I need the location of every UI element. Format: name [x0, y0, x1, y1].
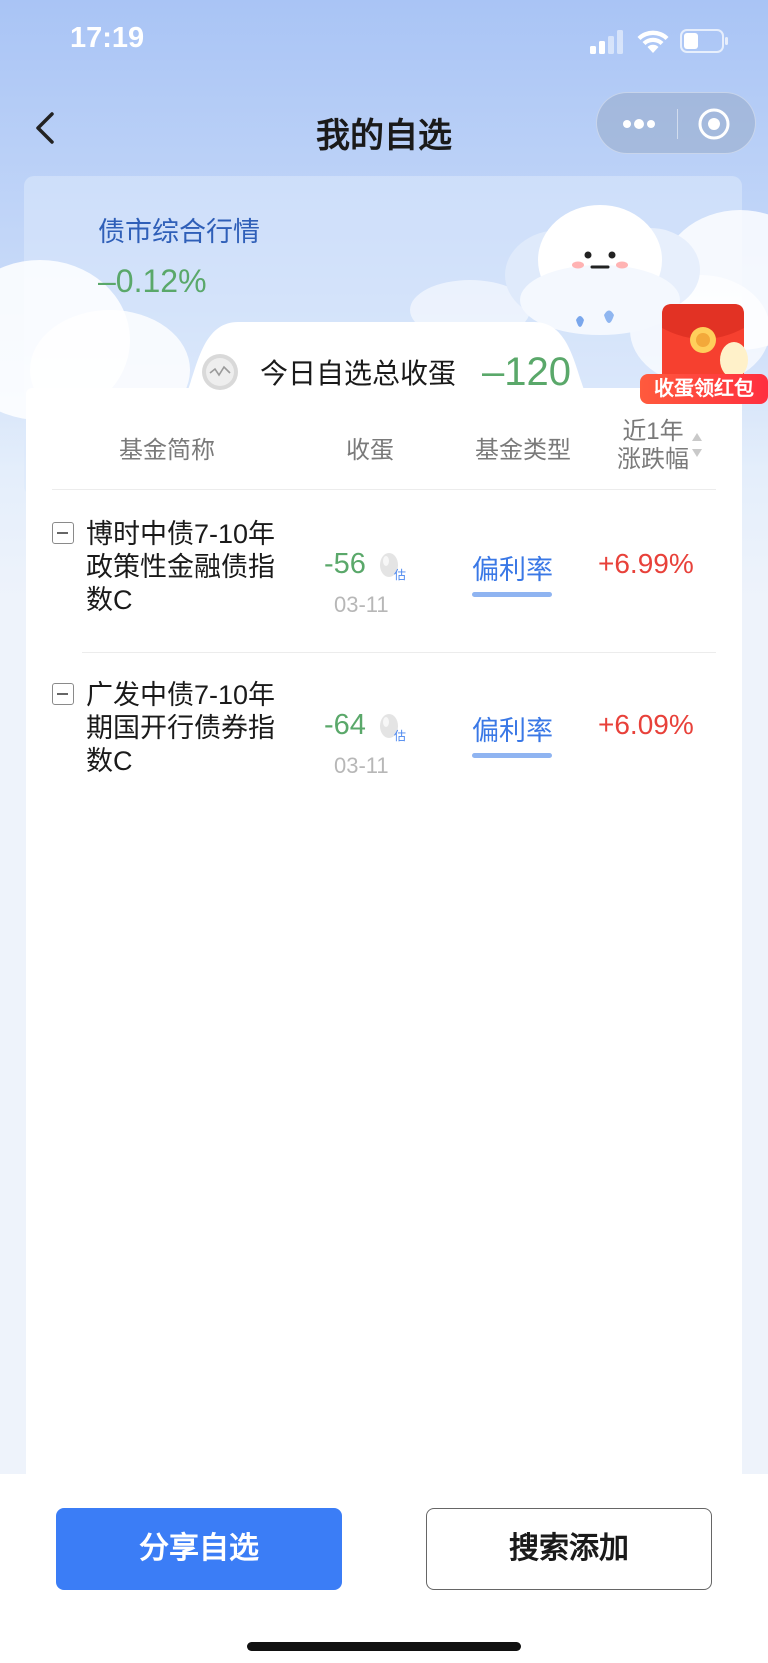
share-button[interactable]: 分享自选 [56, 1508, 342, 1590]
estimate-badge: 估 [394, 568, 407, 582]
column-header-type: 基金类型 [475, 437, 571, 464]
fund-type-underline [472, 592, 552, 597]
target-icon[interactable] [697, 107, 731, 141]
market-overview[interactable]: 债市综合行情 –0.12% [98, 210, 260, 300]
red-packet-label: 收蛋领红包 [640, 374, 768, 404]
search-add-button[interactable]: 搜索添加 [426, 1508, 712, 1590]
more-icon[interactable] [619, 109, 659, 139]
nav-bar: 我的自选 [0, 90, 768, 166]
battery-icon [680, 29, 728, 53]
fund-eggs: -64 [324, 709, 366, 741]
fund-change: +6.99% [598, 548, 694, 579]
total-eggs-label: 今日自选总收蛋 [260, 358, 457, 389]
fund-change: +6.09% [598, 709, 694, 740]
status-time: 17:19 [70, 22, 145, 54]
minus-icon[interactable] [52, 522, 74, 544]
table-row[interactable]: 博时中债7-10年政策性金融债指数C -56 估 03-11 偏利率 +6.99… [52, 492, 716, 652]
table-row-content: 广发中债7-10年期国开行债券指数C -64 估 03-11 偏利率 +6.09… [52, 653, 716, 813]
capsule-divider [677, 109, 678, 139]
status-bar: 17:19 [0, 0, 768, 90]
sort-icon[interactable] [690, 430, 704, 460]
fund-date: 03-11 [334, 753, 389, 778]
column-header-name: 基金简称 [119, 437, 215, 464]
estimate-badge: 估 [394, 729, 407, 743]
fund-date: 03-11 [334, 592, 389, 617]
bottom-action-bar: 分享自选 搜索添加 [0, 1474, 768, 1663]
column-header-eggs: 收蛋 [346, 437, 394, 464]
red-packet-promo[interactable]: 收蛋领红包 [636, 298, 768, 408]
fund-type-underline [472, 753, 552, 758]
table-row[interactable]: 广发中债7-10年期国开行债券指数C -64 估 03-11 偏利率 +6.09… [52, 652, 716, 812]
market-value: –0.12% [98, 263, 207, 299]
wifi-icon [637, 30, 669, 53]
total-eggs-row: 今日自选总收蛋 –120 [200, 350, 571, 394]
fund-type[interactable]: 偏利率 [472, 709, 553, 748]
market-label: 债市综合行情 [98, 217, 260, 247]
signal-icon [590, 30, 623, 54]
total-eggs-value: –120 [482, 349, 571, 394]
minus-icon[interactable] [52, 683, 74, 705]
miniapp-capsule [596, 92, 756, 154]
fund-name: 博时中债7-10年政策性金融债指数C [86, 519, 276, 615]
fund-eggs: -56 [324, 548, 366, 580]
table-header: 基金简称 收蛋 基金类型 近1年 涨跌幅 [52, 412, 716, 490]
egg-coin-icon [202, 354, 238, 390]
home-indicator [247, 1642, 521, 1651]
fund-name: 广发中债7-10年期国开行债券指数C [86, 680, 276, 776]
fund-type[interactable]: 偏利率 [472, 548, 553, 587]
